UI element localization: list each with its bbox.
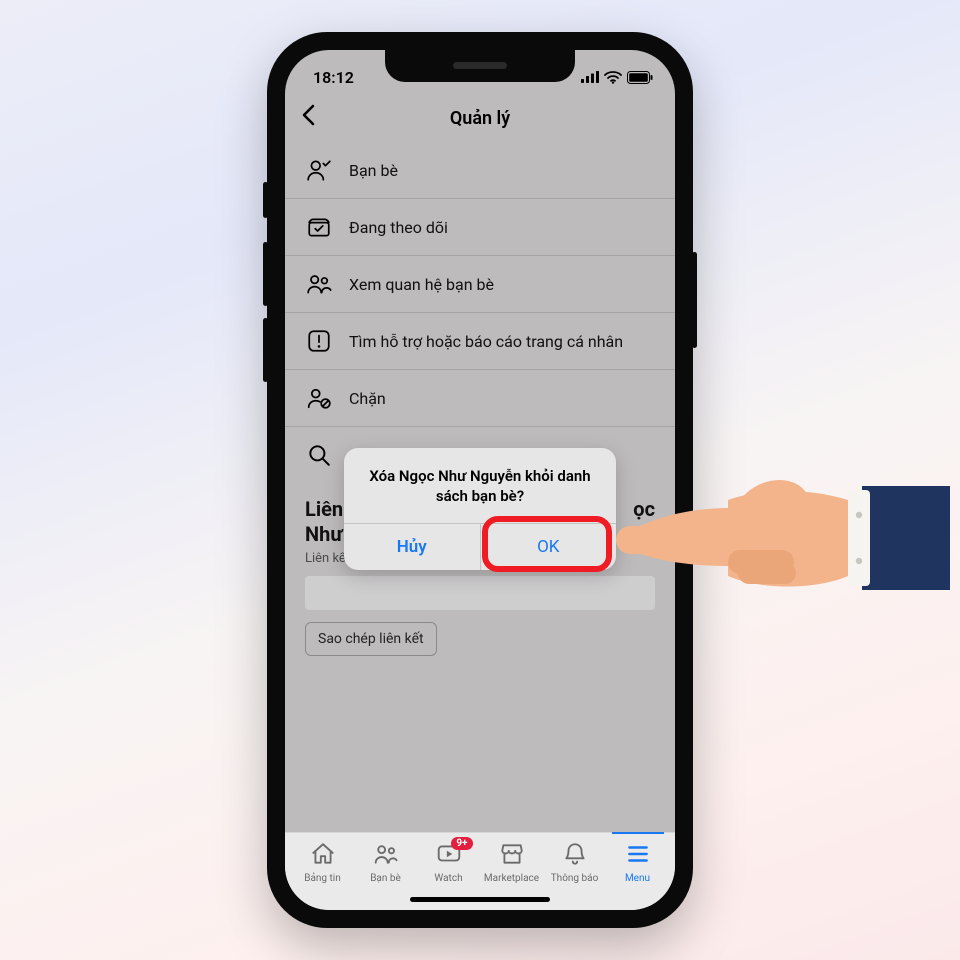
- nav-header: Quản lý: [285, 94, 675, 142]
- dialog-message: Xóa Ngọc Như Nguyễn khỏi danh sách bạn b…: [344, 448, 616, 523]
- box-check-icon: [305, 213, 333, 241]
- friends-icon: [373, 841, 399, 870]
- row-mutual-friends[interactable]: Xem quan hệ bạn bè: [285, 256, 675, 313]
- report-icon: [305, 327, 333, 355]
- bell-icon: [562, 841, 588, 870]
- tab-active-indicator: [612, 832, 664, 834]
- tab-feed[interactable]: Bảng tin: [293, 841, 353, 884]
- pointing-hand-annotation: [610, 430, 950, 630]
- tab-marketplace-label: Marketplace: [484, 873, 539, 884]
- person-check-icon: [305, 156, 333, 184]
- tab-notifications[interactable]: Thông báo: [545, 841, 605, 884]
- row-following-label: Đang theo dõi: [349, 218, 448, 237]
- cellular-icon: [581, 71, 599, 83]
- confirm-dialog: Xóa Ngọc Như Nguyễn khỏi danh sách bạn b…: [344, 448, 616, 570]
- volume-up-button: [263, 242, 268, 306]
- tab-watch-label: Watch: [434, 873, 462, 884]
- row-report-label: Tìm hỗ trợ hoặc báo cáo trang cá nhân: [349, 332, 623, 351]
- page-title: Quản lý: [450, 108, 510, 129]
- tab-menu-label: Menu: [625, 873, 650, 884]
- person-block-icon: [305, 384, 333, 412]
- tab-watch[interactable]: 9+ Watch: [419, 841, 479, 884]
- battery-icon: [627, 71, 653, 84]
- search-icon: [305, 441, 333, 469]
- volume-down-button: [263, 318, 268, 382]
- home-icon: [310, 841, 336, 870]
- power-button: [692, 252, 697, 348]
- ok-button[interactable]: OK: [480, 524, 617, 570]
- tab-menu[interactable]: Menu: [608, 841, 668, 884]
- link-heading-part2: Như: [305, 522, 342, 546]
- back-button[interactable]: [301, 103, 315, 133]
- mute-switch: [263, 182, 268, 218]
- watch-badge: 9+: [451, 837, 472, 850]
- tab-feed-label: Bảng tin: [304, 873, 341, 884]
- marketplace-icon: [499, 841, 525, 870]
- dialog-buttons: Hủy OK: [344, 523, 616, 570]
- notch: [385, 50, 575, 82]
- row-report[interactable]: Tìm hỗ trợ hoặc báo cáo trang cá nhân: [285, 313, 675, 370]
- menu-icon: [625, 841, 651, 870]
- status-time: 18:12: [313, 68, 354, 87]
- row-block[interactable]: Chặn: [285, 370, 675, 427]
- status-indicators: [581, 71, 653, 84]
- wifi-icon: [604, 71, 622, 84]
- link-url-field[interactable]: [305, 576, 655, 610]
- cancel-button[interactable]: Hủy: [344, 524, 480, 570]
- tab-friends[interactable]: Bạn bè: [356, 841, 416, 884]
- tab-friends-label: Bạn bè: [370, 873, 401, 884]
- row-friends-label: Bạn bè: [349, 161, 398, 180]
- row-mutual-label: Xem quan hệ bạn bè: [349, 275, 494, 294]
- copy-link-button[interactable]: Sao chép liên kết: [305, 622, 437, 656]
- home-indicator[interactable]: [410, 897, 550, 902]
- link-heading-part1: Liên: [305, 497, 343, 521]
- tab-marketplace[interactable]: Marketplace: [482, 841, 542, 884]
- row-block-label: Chặn: [349, 389, 386, 408]
- row-friends[interactable]: Bạn bè: [285, 142, 675, 199]
- tab-notifications-label: Thông báo: [551, 873, 599, 884]
- people-icon: [305, 270, 333, 298]
- row-following[interactable]: Đang theo dõi: [285, 199, 675, 256]
- speaker: [453, 62, 507, 69]
